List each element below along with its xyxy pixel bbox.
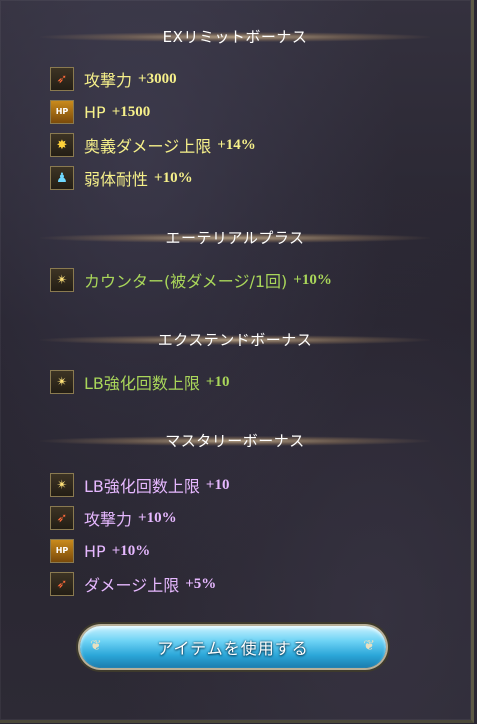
bonus-row-ougi-cap: ✸ 奥義ダメージ上限 +14% bbox=[50, 132, 256, 158]
bonus-row-debuff-resist: ♟ 弱体耐性 +10% bbox=[50, 165, 193, 191]
bonus-row-attack: ➶ 攻撃力 +3000 bbox=[50, 66, 177, 92]
bonus-value: +14% bbox=[217, 136, 256, 153]
bonus-value: +10 bbox=[205, 373, 230, 390]
attack-icon: ➶ bbox=[50, 506, 74, 530]
bonus-row-lb-cap: ✴ LB強化回数上限 +10 bbox=[50, 472, 229, 498]
star-burst-icon: ✴ bbox=[50, 473, 74, 497]
use-item-button[interactable]: ❦ アイテムを使用する ❦ bbox=[80, 626, 386, 668]
damage-cap-icon: ➶ bbox=[50, 572, 74, 596]
section-title-ethereal-plus: エーテリアルプラス bbox=[40, 227, 430, 249]
bonus-label: ダメージ上限 bbox=[84, 576, 180, 595]
bonus-label: カウンター(被ダメージ/1回) bbox=[84, 272, 288, 291]
hp-icon: HP bbox=[50, 100, 74, 124]
bonus-value: +10 bbox=[205, 476, 230, 493]
bonus-row-counter: ✴ カウンター(被ダメージ/1回) +10% bbox=[50, 267, 332, 293]
bonus-row-hp: HP HP +1500 bbox=[50, 99, 150, 125]
attack-icon: ➶ bbox=[50, 67, 74, 91]
section-title-extend-bonus: エクステンドボーナス bbox=[40, 329, 430, 351]
bonus-label: 攻撃力 bbox=[84, 510, 133, 529]
section-title-mastery-bonus: マスタリーボーナス bbox=[40, 430, 430, 452]
debuff-resist-icon: ♟ bbox=[50, 166, 74, 190]
ougi-cap-icon: ✸ bbox=[50, 133, 74, 157]
bonus-label: LB強化回数上限 bbox=[84, 374, 200, 393]
star-burst-icon: ✴ bbox=[50, 268, 74, 292]
bonus-row-attack: ➶ 攻撃力 +10% bbox=[50, 505, 177, 531]
bonus-value: +5% bbox=[185, 575, 217, 592]
bonus-label: 弱体耐性 bbox=[84, 170, 149, 189]
bonus-value: +10% bbox=[138, 509, 177, 526]
bonus-row-damage-cap: ➶ ダメージ上限 +5% bbox=[50, 571, 216, 597]
bonus-label: HP bbox=[84, 102, 106, 122]
bonus-row-lb-cap: ✴ LB強化回数上限 +10 bbox=[50, 369, 229, 395]
bonus-value: +10% bbox=[154, 169, 193, 186]
bonus-value: +3000 bbox=[138, 70, 177, 87]
bonus-value: +10% bbox=[293, 271, 332, 288]
bonus-value: +10% bbox=[111, 542, 151, 559]
bonus-value: +1500 bbox=[111, 103, 151, 120]
bonus-row-hp: HP HP +10% bbox=[50, 538, 150, 564]
ornament-right-icon: ❦ bbox=[363, 638, 376, 654]
hp-icon: HP bbox=[50, 539, 74, 563]
ornament-left-icon: ❦ bbox=[90, 638, 103, 654]
bonus-label: HP bbox=[84, 541, 106, 561]
bonus-label: 攻撃力 bbox=[84, 71, 133, 90]
star-burst-icon: ✴ bbox=[50, 370, 74, 394]
use-item-button-label: アイテムを使用する bbox=[157, 639, 309, 658]
section-title-ex-limit-bonus: EXリミットボーナス bbox=[40, 26, 430, 48]
bonus-panel: EXリミットボーナス ➶ 攻撃力 +3000 HP HP +1500 ✸ 奥義ダ… bbox=[0, 0, 474, 723]
bonus-label: LB強化回数上限 bbox=[84, 477, 200, 496]
bonus-label: 奥義ダメージ上限 bbox=[84, 137, 212, 156]
